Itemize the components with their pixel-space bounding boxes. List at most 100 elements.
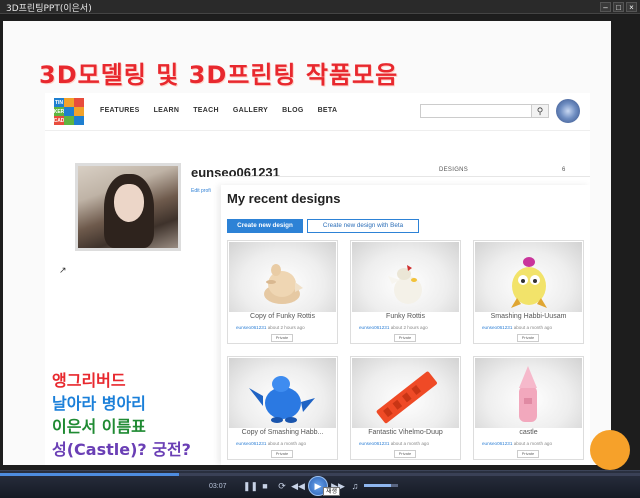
logo-cell — [64, 116, 74, 125]
recent-designs-title: My recent designs — [227, 191, 341, 206]
design-meta: eunseo061231 about a month ago — [236, 441, 306, 446]
site-navbar: TIN KER CAD FEATURES LEARN TEACH GALLERY BLOG B… — [45, 93, 590, 131]
mouse-cursor-icon: ↗ — [59, 265, 67, 275]
slide-notes: 앵그리버드날아라 병아리이은서 이름표성(Castle)? 궁전? — [52, 369, 191, 461]
privacy-badge: Private — [271, 334, 293, 342]
slide-title: 3D모델링 및 3D프린팅 작품모음 — [39, 61, 399, 89]
design-time: about a month ago — [513, 441, 552, 446]
logo-cell: TIN — [54, 98, 64, 107]
design-thumbnail[interactable] — [475, 358, 582, 428]
create-new-design-button[interactable]: Create new design — [227, 219, 303, 233]
design-time: about a month ago — [513, 325, 552, 330]
design-author[interactable]: eunseo061231 — [482, 325, 512, 330]
site-nav: FEATURES LEARN TEACH GALLERY BLOG BETA — [100, 107, 337, 114]
design-time: about a month ago — [390, 441, 429, 446]
design-author[interactable]: eunseo061231 — [236, 325, 266, 330]
design-meta: eunseo061231 about 2 hours ago — [359, 325, 428, 330]
nav-learn[interactable]: LEARN — [154, 107, 180, 114]
logo-cell — [64, 98, 74, 107]
design-name[interactable]: Copy of Smashing Habb... — [228, 429, 337, 436]
design-meta: eunseo061231 about a month ago — [482, 325, 552, 330]
design-meta: eunseo061231 about a month ago — [482, 441, 552, 446]
slide-note: 앵그리버드 — [52, 371, 126, 390]
privacy-badge: Private — [394, 334, 416, 342]
create-beta-design-button[interactable]: Create new design with Beta — [307, 219, 419, 233]
logo-cell — [74, 98, 84, 107]
stop-icon[interactable]: ■ — [259, 480, 271, 492]
decorative-orange-circle — [590, 430, 630, 470]
designs-label: DESIGNS — [439, 167, 469, 173]
presentation-slide: 3D모델링 및 3D프린팅 작품모음 TIN KER CAD FEATURES LEA… — [3, 21, 611, 465]
logo-cell: CAD — [53, 116, 65, 125]
design-name[interactable]: Funky Rottis — [351, 313, 460, 320]
privacy-badge: Private — [394, 450, 416, 458]
volume-slider[interactable] — [364, 484, 398, 487]
design-name[interactable]: Fantastic Vihelmo-Duup — [351, 429, 460, 436]
design-author[interactable]: eunseo061231 — [359, 325, 389, 330]
volume-level — [364, 484, 392, 487]
slide-note: 성(Castle)? 궁전? — [52, 440, 191, 459]
design-meta: eunseo061231 about 2 hours ago — [236, 325, 305, 330]
design-card[interactable]: Copy of Smashing Habb... eunseo061231 abo… — [227, 356, 338, 460]
user-avatar[interactable] — [556, 99, 580, 123]
privacy-badge: Private — [517, 334, 539, 342]
seek-progress — [0, 473, 180, 476]
search-input[interactable] — [420, 104, 532, 118]
design-thumbnail[interactable] — [229, 358, 336, 428]
design-time: about 2 hours ago — [267, 325, 305, 330]
design-thumbnail[interactable] — [352, 358, 459, 428]
design-card[interactable]: Smashing Habbi-Uusam eunseo061231 about a… — [473, 240, 584, 344]
window-titlebar: 3D프린팅PPT(이은서) – □ × — [0, 0, 640, 14]
edit-profile-link[interactable]: Edit profi — [191, 188, 211, 194]
divider — [217, 176, 590, 177]
window-title: 3D프린팅PPT(이은서) — [6, 4, 92, 14]
design-thumbnail[interactable] — [475, 242, 582, 312]
design-card[interactable]: castle eunseo061231 about a month ago Priv… — [473, 356, 584, 460]
logo-cell — [74, 116, 84, 125]
design-time: about 2 hours ago — [390, 325, 428, 330]
design-thumbnail[interactable] — [229, 242, 336, 312]
minimize-button[interactable]: – — [600, 2, 611, 12]
pause-icon[interactable]: ❚❚ — [243, 480, 258, 492]
design-author[interactable]: eunseo061231 — [482, 441, 512, 446]
volume-icon[interactable]: ♫ — [349, 480, 361, 492]
close-button[interactable]: × — [626, 2, 637, 12]
design-name[interactable]: Smashing Habbi-Uusam — [474, 313, 583, 320]
profile-photo — [75, 163, 181, 251]
nav-teach[interactable]: TEACH — [193, 107, 219, 114]
design-card[interactable]: Funky Rottis eunseo061231 about 2 hours a… — [350, 240, 461, 344]
maximize-button[interactable]: □ — [613, 2, 624, 12]
design-name[interactable]: Copy of Funky Rottis — [228, 313, 337, 320]
search-icon[interactable]: ⚲ — [531, 104, 549, 118]
nav-features[interactable]: FEATURES — [100, 107, 140, 114]
video-frame[interactable]: 3D모델링 및 3D프린팅 작품모음 TIN KER CAD FEATURES LEA… — [0, 15, 640, 470]
logo-cell — [74, 107, 84, 116]
logo-cell: KER — [53, 107, 65, 116]
design-author[interactable]: eunseo061231 — [236, 441, 266, 446]
design-time: about a month ago — [267, 441, 306, 446]
recent-designs-panel: My recent designs Create new design Crea… — [221, 185, 590, 465]
play-tooltip: 재생 — [323, 487, 341, 496]
rewind-icon[interactable]: ◀◀ — [291, 480, 305, 492]
privacy-badge: Private — [517, 450, 539, 458]
logo-cell — [64, 107, 74, 116]
design-card[interactable]: Copy of Funky Rottis eunseo061231 about 2… — [227, 240, 338, 344]
window-controls: – □ × — [600, 2, 637, 12]
profile-username: eunseo061231 — [191, 165, 280, 180]
media-controls: 03:07 ❚❚ ■ ⟳ ◀◀ ▶ ▶▶ ♫ 재생 — [0, 470, 640, 498]
design-meta: eunseo061231 about a month ago — [359, 441, 429, 446]
tinkercad-logo[interactable]: TIN KER CAD — [54, 98, 84, 125]
designs-count: 6 — [562, 167, 566, 173]
slide-note: 날아라 병아리 — [52, 394, 146, 413]
privacy-badge: Private — [271, 450, 293, 458]
slide-note: 이은서 이름표 — [52, 417, 146, 436]
nav-beta[interactable]: BETA — [318, 107, 338, 114]
design-name[interactable]: castle — [474, 429, 583, 436]
design-author[interactable]: eunseo061231 — [359, 441, 389, 446]
design-thumbnail[interactable] — [352, 242, 459, 312]
nav-gallery[interactable]: GALLERY — [233, 107, 268, 114]
repeat-icon[interactable]: ⟳ — [276, 480, 288, 492]
design-card[interactable]: Fantastic Vihelmo-Duup eunseo061231 about… — [350, 356, 461, 460]
nav-blog[interactable]: BLOG — [282, 107, 303, 114]
time-display: 03:07 — [209, 483, 227, 490]
